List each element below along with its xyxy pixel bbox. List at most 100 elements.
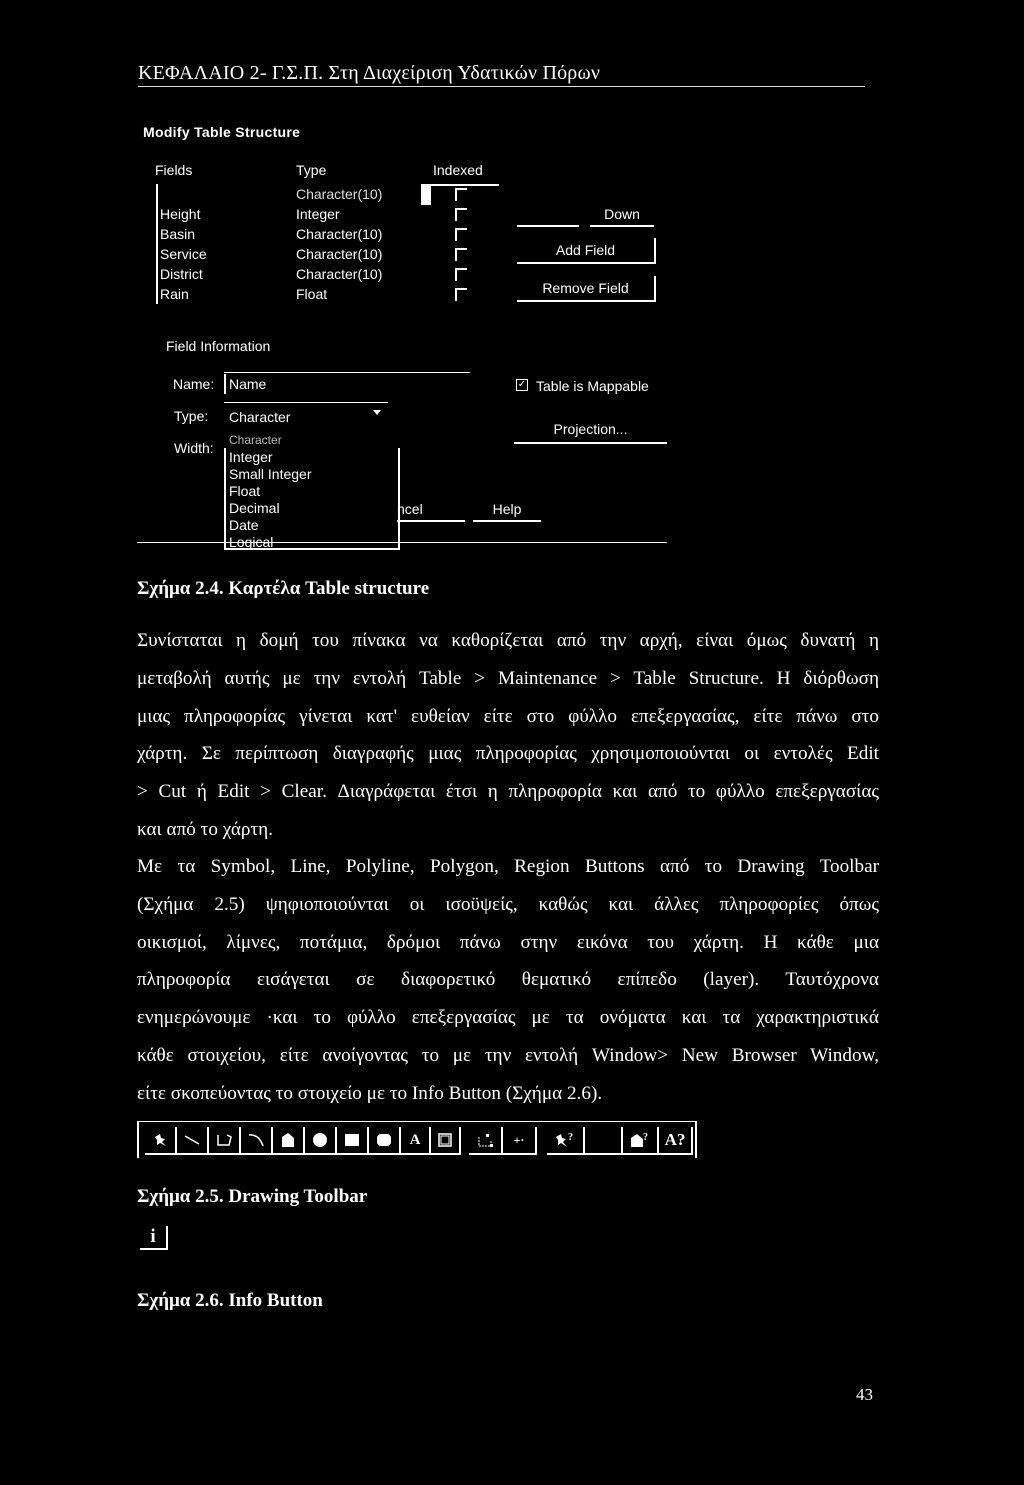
field-row[interactable]: Height Integer <box>0 204 500 224</box>
type-select-border <box>224 402 388 403</box>
field-name: Height <box>160 206 201 222</box>
line-button[interactable] <box>177 1127 209 1155</box>
field-name: District <box>160 266 203 282</box>
type-option[interactable]: Small Integer <box>229 466 311 483</box>
fields-column-header: Fields <box>155 162 193 178</box>
type-option[interactable]: Float <box>229 483 260 500</box>
paragraph-1: Συνίσταται η δομή του πίνακα να καθορίζε… <box>137 622 879 849</box>
rectangle-icon <box>345 1134 359 1146</box>
rounded-rectangle-icon <box>377 1134 391 1146</box>
name-label: Name: <box>173 376 215 392</box>
projection-button[interactable]: Projection... <box>514 420 667 444</box>
modify-table-structure-dialog: Modify Table Structure Fields Type Index… <box>0 0 1024 560</box>
polyline-button[interactable] <box>209 1127 241 1155</box>
field-row[interactable]: District Character(10) <box>0 264 500 284</box>
line-icon <box>184 1135 200 1145</box>
indexed-checkbox[interactable] <box>455 248 467 261</box>
help-button[interactable]: Help <box>473 500 541 522</box>
field-name: Basin <box>160 226 196 242</box>
field-name: Service <box>160 246 207 262</box>
table-mappable-checkbox[interactable]: ✓ <box>516 379 528 391</box>
rectangle-button[interactable] <box>337 1127 369 1155</box>
type-label: Type: <box>174 408 209 424</box>
info-button[interactable]: i <box>140 1226 168 1250</box>
svg-text:?: ? <box>568 1132 573 1143</box>
arc-button[interactable] <box>241 1127 273 1155</box>
field-name: Rain <box>160 286 189 302</box>
name-input[interactable]: Name <box>229 376 469 394</box>
line-style-button[interactable] <box>585 1127 623 1155</box>
type-option[interactable]: Integer <box>229 449 273 466</box>
field-type: Float <box>296 286 328 302</box>
down-button[interactable]: Down <box>590 205 654 227</box>
chevron-down-icon[interactable] <box>373 410 381 415</box>
svg-text:?: ? <box>643 1132 648 1143</box>
field-row[interactable]: Character(10) <box>0 184 500 204</box>
paragraph-line: Συνίσταται η δομή του πίνακα να καθορίζε… <box>137 630 879 651</box>
dialog-title: Modify Table Structure <box>143 124 301 140</box>
field-type: Character(10) <box>296 246 383 262</box>
add-field-button[interactable]: Add Field <box>517 238 656 264</box>
symbol-style-icon: ? <box>556 1132 573 1147</box>
paragraph-line: πληροφορία εισάγεται σε διαφορετικό θεμα… <box>137 969 879 991</box>
symbol-style-button[interactable]: ? <box>547 1127 585 1155</box>
field-row[interactable]: Rain Float <box>0 284 500 304</box>
indexed-column-header: Indexed <box>433 162 483 178</box>
paragraph-2: Με τα Symbol, Line, Polyline, Polygon, R… <box>137 848 879 1113</box>
figure-caption-2-6: Σχήμα 2.6. Info Button <box>137 1290 323 1311</box>
type-option[interactable]: Decimal <box>229 500 280 517</box>
polygon-icon <box>282 1133 294 1147</box>
symbol-button[interactable] <box>145 1127 177 1155</box>
figure-caption-2-4: Σχήμα 2.4. Καρτέλα Table structure <box>137 578 430 599</box>
region-style-button[interactable]: ? <box>623 1127 659 1155</box>
reshape-icon <box>478 1134 493 1147</box>
info-icon: i <box>150 1226 156 1247</box>
width-label: Width: <box>174 440 214 456</box>
indexed-checkbox[interactable] <box>455 208 467 221</box>
indexed-checkbox[interactable] <box>455 268 467 281</box>
field-row[interactable]: Service Character(10) <box>0 244 500 264</box>
frame-button[interactable] <box>431 1127 461 1155</box>
polyline-icon <box>217 1134 232 1146</box>
field-row[interactable]: Basin Character(10) <box>0 224 500 244</box>
figure-caption-2-5: Σχήμα 2.5. Drawing Toolbar <box>137 1186 368 1207</box>
paragraph-line: χάρτη. Σε περίπτωση διαγραφής μιας πληρο… <box>137 743 879 765</box>
text-style-button[interactable]: A? <box>659 1127 693 1155</box>
name-input-border <box>224 374 226 394</box>
add-node-button[interactable]: +· <box>503 1127 537 1155</box>
ellipse-icon <box>313 1133 327 1147</box>
type-column-header: Type <box>296 162 327 178</box>
polygon-button[interactable] <box>273 1127 305 1155</box>
text-style-icon: A? <box>664 1130 686 1149</box>
field-information-label: Field Information <box>166 338 271 354</box>
indexed-checkbox[interactable] <box>455 188 467 201</box>
type-option[interactable]: Date <box>229 517 259 534</box>
paragraph-line: (Σχήμα 2.5) ψηφιοποιούνται οι ισοϋψείς, … <box>137 893 879 915</box>
arc-icon <box>248 1134 264 1147</box>
page-number: 43 <box>856 1385 873 1404</box>
symbol-pin-icon <box>155 1134 166 1146</box>
text-button[interactable]: A <box>401 1127 431 1155</box>
field-type: Integer <box>296 206 340 222</box>
ellipse-button[interactable] <box>305 1127 337 1155</box>
type-option[interactable]: Character <box>229 432 282 449</box>
paragraph-line: είτε σκοπεύοντας το στοιχείο με το Info … <box>137 1082 603 1104</box>
indexed-checkbox[interactable] <box>455 288 467 301</box>
up-button[interactable] <box>517 205 579 227</box>
paragraph-line: και από το χάρτη. <box>137 818 274 840</box>
name-input-border <box>224 372 470 373</box>
paragraph-line: > Cut ή Edit > Clear. Διαγράφεται έτσι η… <box>137 781 879 803</box>
paragraph-line: μιας πληροφορίας γίνεται κατ' ευθείαν εί… <box>137 705 879 727</box>
rounded-rectangle-button[interactable] <box>369 1127 401 1155</box>
indexed-checkbox[interactable] <box>455 228 467 241</box>
field-type: Character(10) <box>296 186 383 202</box>
field-type: Character(10) <box>296 226 383 242</box>
frame-icon <box>438 1133 452 1147</box>
cancel-button[interactable]: ncel <box>397 500 465 522</box>
type-select[interactable]: Character <box>229 409 379 425</box>
field-type: Character(10) <box>296 266 383 282</box>
reshape-button[interactable] <box>469 1127 503 1155</box>
remove-field-button[interactable]: Remove Field <box>517 276 656 302</box>
text-icon: A <box>409 1131 421 1148</box>
dialog-bottom-rule <box>137 542 667 543</box>
